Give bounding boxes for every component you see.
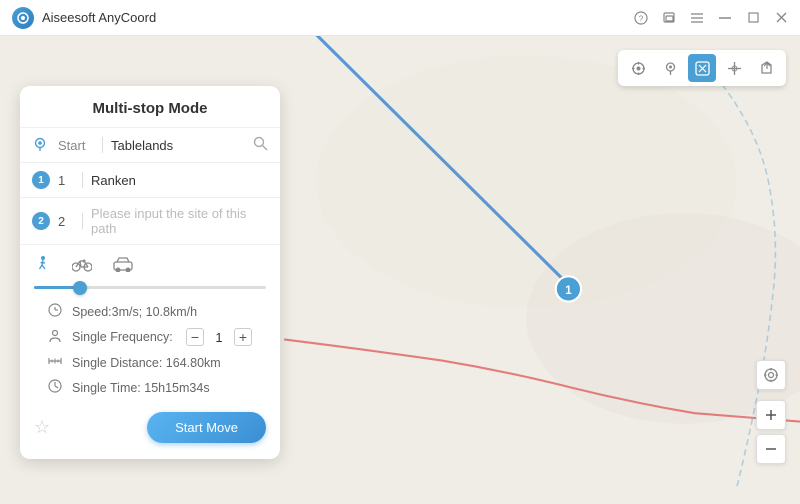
distance-info-row: Single Distance: 164.80km bbox=[34, 350, 266, 375]
transport-row bbox=[34, 255, 266, 278]
map-toolbar bbox=[618, 50, 786, 86]
start-divider bbox=[102, 137, 103, 153]
distance-icon bbox=[48, 354, 64, 371]
svg-text:?: ? bbox=[639, 14, 644, 23]
distance-label: Single Distance: 164.80km bbox=[72, 356, 252, 370]
toolbar-cross-btn[interactable] bbox=[720, 54, 748, 82]
toolbar-export-btn[interactable] bbox=[752, 54, 780, 82]
frequency-value: 1 bbox=[212, 330, 226, 345]
stop-value-1[interactable]: Ranken bbox=[91, 173, 268, 188]
frequency-icon bbox=[48, 329, 64, 346]
toolbar-location-btn[interactable] bbox=[624, 54, 652, 82]
window-controls: ? bbox=[634, 11, 788, 25]
windows-button[interactable] bbox=[662, 11, 676, 25]
minimize-button[interactable] bbox=[718, 11, 732, 25]
frequency-decrease-button[interactable]: − bbox=[186, 328, 204, 346]
start-location-icon bbox=[32, 136, 50, 154]
stop-number-2: 2 bbox=[58, 214, 74, 229]
walk-icon[interactable] bbox=[34, 255, 52, 278]
title-bar: Aiseesoft AnyCoord ? bbox=[0, 0, 800, 36]
toolbar-pin-btn[interactable] bbox=[656, 54, 684, 82]
start-row: Start Tablelands bbox=[20, 128, 280, 163]
zoom-out-button[interactable] bbox=[756, 434, 786, 464]
stop-value-2[interactable]: Please input the site of this path bbox=[91, 206, 268, 236]
favorite-button[interactable]: ☆ bbox=[34, 417, 50, 438]
frequency-row: Single Frequency: − 1 + bbox=[34, 324, 266, 350]
frequency-label: Single Frequency: bbox=[72, 330, 178, 344]
stop-number-1: 1 bbox=[58, 173, 74, 188]
panel-title: Multi-stop Mode bbox=[20, 86, 280, 128]
map-area[interactable]: 1 bbox=[0, 36, 800, 504]
app-logo bbox=[12, 7, 34, 29]
time-label: Single Time: 15h15m34s bbox=[72, 381, 252, 395]
stop-row-2: 2 2 Please input the site of this path bbox=[20, 198, 280, 245]
time-info-row: Single Time: 15h15m34s bbox=[34, 375, 266, 400]
stop-dot-1: 1 bbox=[32, 171, 50, 189]
speed-slider-container[interactable] bbox=[34, 286, 266, 289]
frequency-controls: − 1 + bbox=[186, 328, 252, 346]
menu-button[interactable] bbox=[690, 11, 704, 25]
car-icon[interactable] bbox=[112, 256, 134, 277]
bike-icon[interactable] bbox=[72, 256, 92, 277]
speed-section: Speed:3m/s; 10.8km/h Single Frequency: −… bbox=[20, 245, 280, 400]
app-title: Aiseesoft AnyCoord bbox=[42, 10, 634, 25]
zoom-controls bbox=[756, 360, 786, 464]
bottom-row: ☆ Start Move bbox=[20, 400, 280, 443]
slider-track bbox=[34, 286, 266, 289]
stop-divider-1 bbox=[82, 172, 83, 188]
restore-button[interactable] bbox=[746, 11, 760, 25]
stop-divider-2 bbox=[82, 213, 83, 229]
toolbar-route-btn[interactable] bbox=[688, 54, 716, 82]
speed-label: Speed:3m/s; 10.8km/h bbox=[72, 305, 252, 319]
speed-icon bbox=[48, 303, 64, 320]
speed-info-row: Speed:3m/s; 10.8km/h bbox=[34, 299, 266, 324]
close-button[interactable] bbox=[774, 11, 788, 25]
my-location-button[interactable] bbox=[756, 360, 786, 390]
frequency-increase-button[interactable]: + bbox=[234, 328, 252, 346]
zoom-in-button[interactable] bbox=[756, 400, 786, 430]
help-button[interactable]: ? bbox=[634, 11, 648, 25]
slider-thumb[interactable] bbox=[73, 281, 87, 295]
start-value: Tablelands bbox=[111, 138, 245, 153]
start-search-button[interactable] bbox=[253, 136, 268, 154]
stop-dot-2: 2 bbox=[32, 212, 50, 230]
svg-text:1: 1 bbox=[565, 285, 572, 297]
start-move-button[interactable]: Start Move bbox=[147, 412, 266, 443]
stop-row-1: 1 1 Ranken bbox=[20, 163, 280, 198]
panel: Multi-stop Mode Start Tablelands bbox=[20, 86, 280, 459]
transport-icons bbox=[34, 255, 266, 278]
start-label: Start bbox=[58, 138, 94, 153]
time-icon bbox=[48, 379, 64, 396]
